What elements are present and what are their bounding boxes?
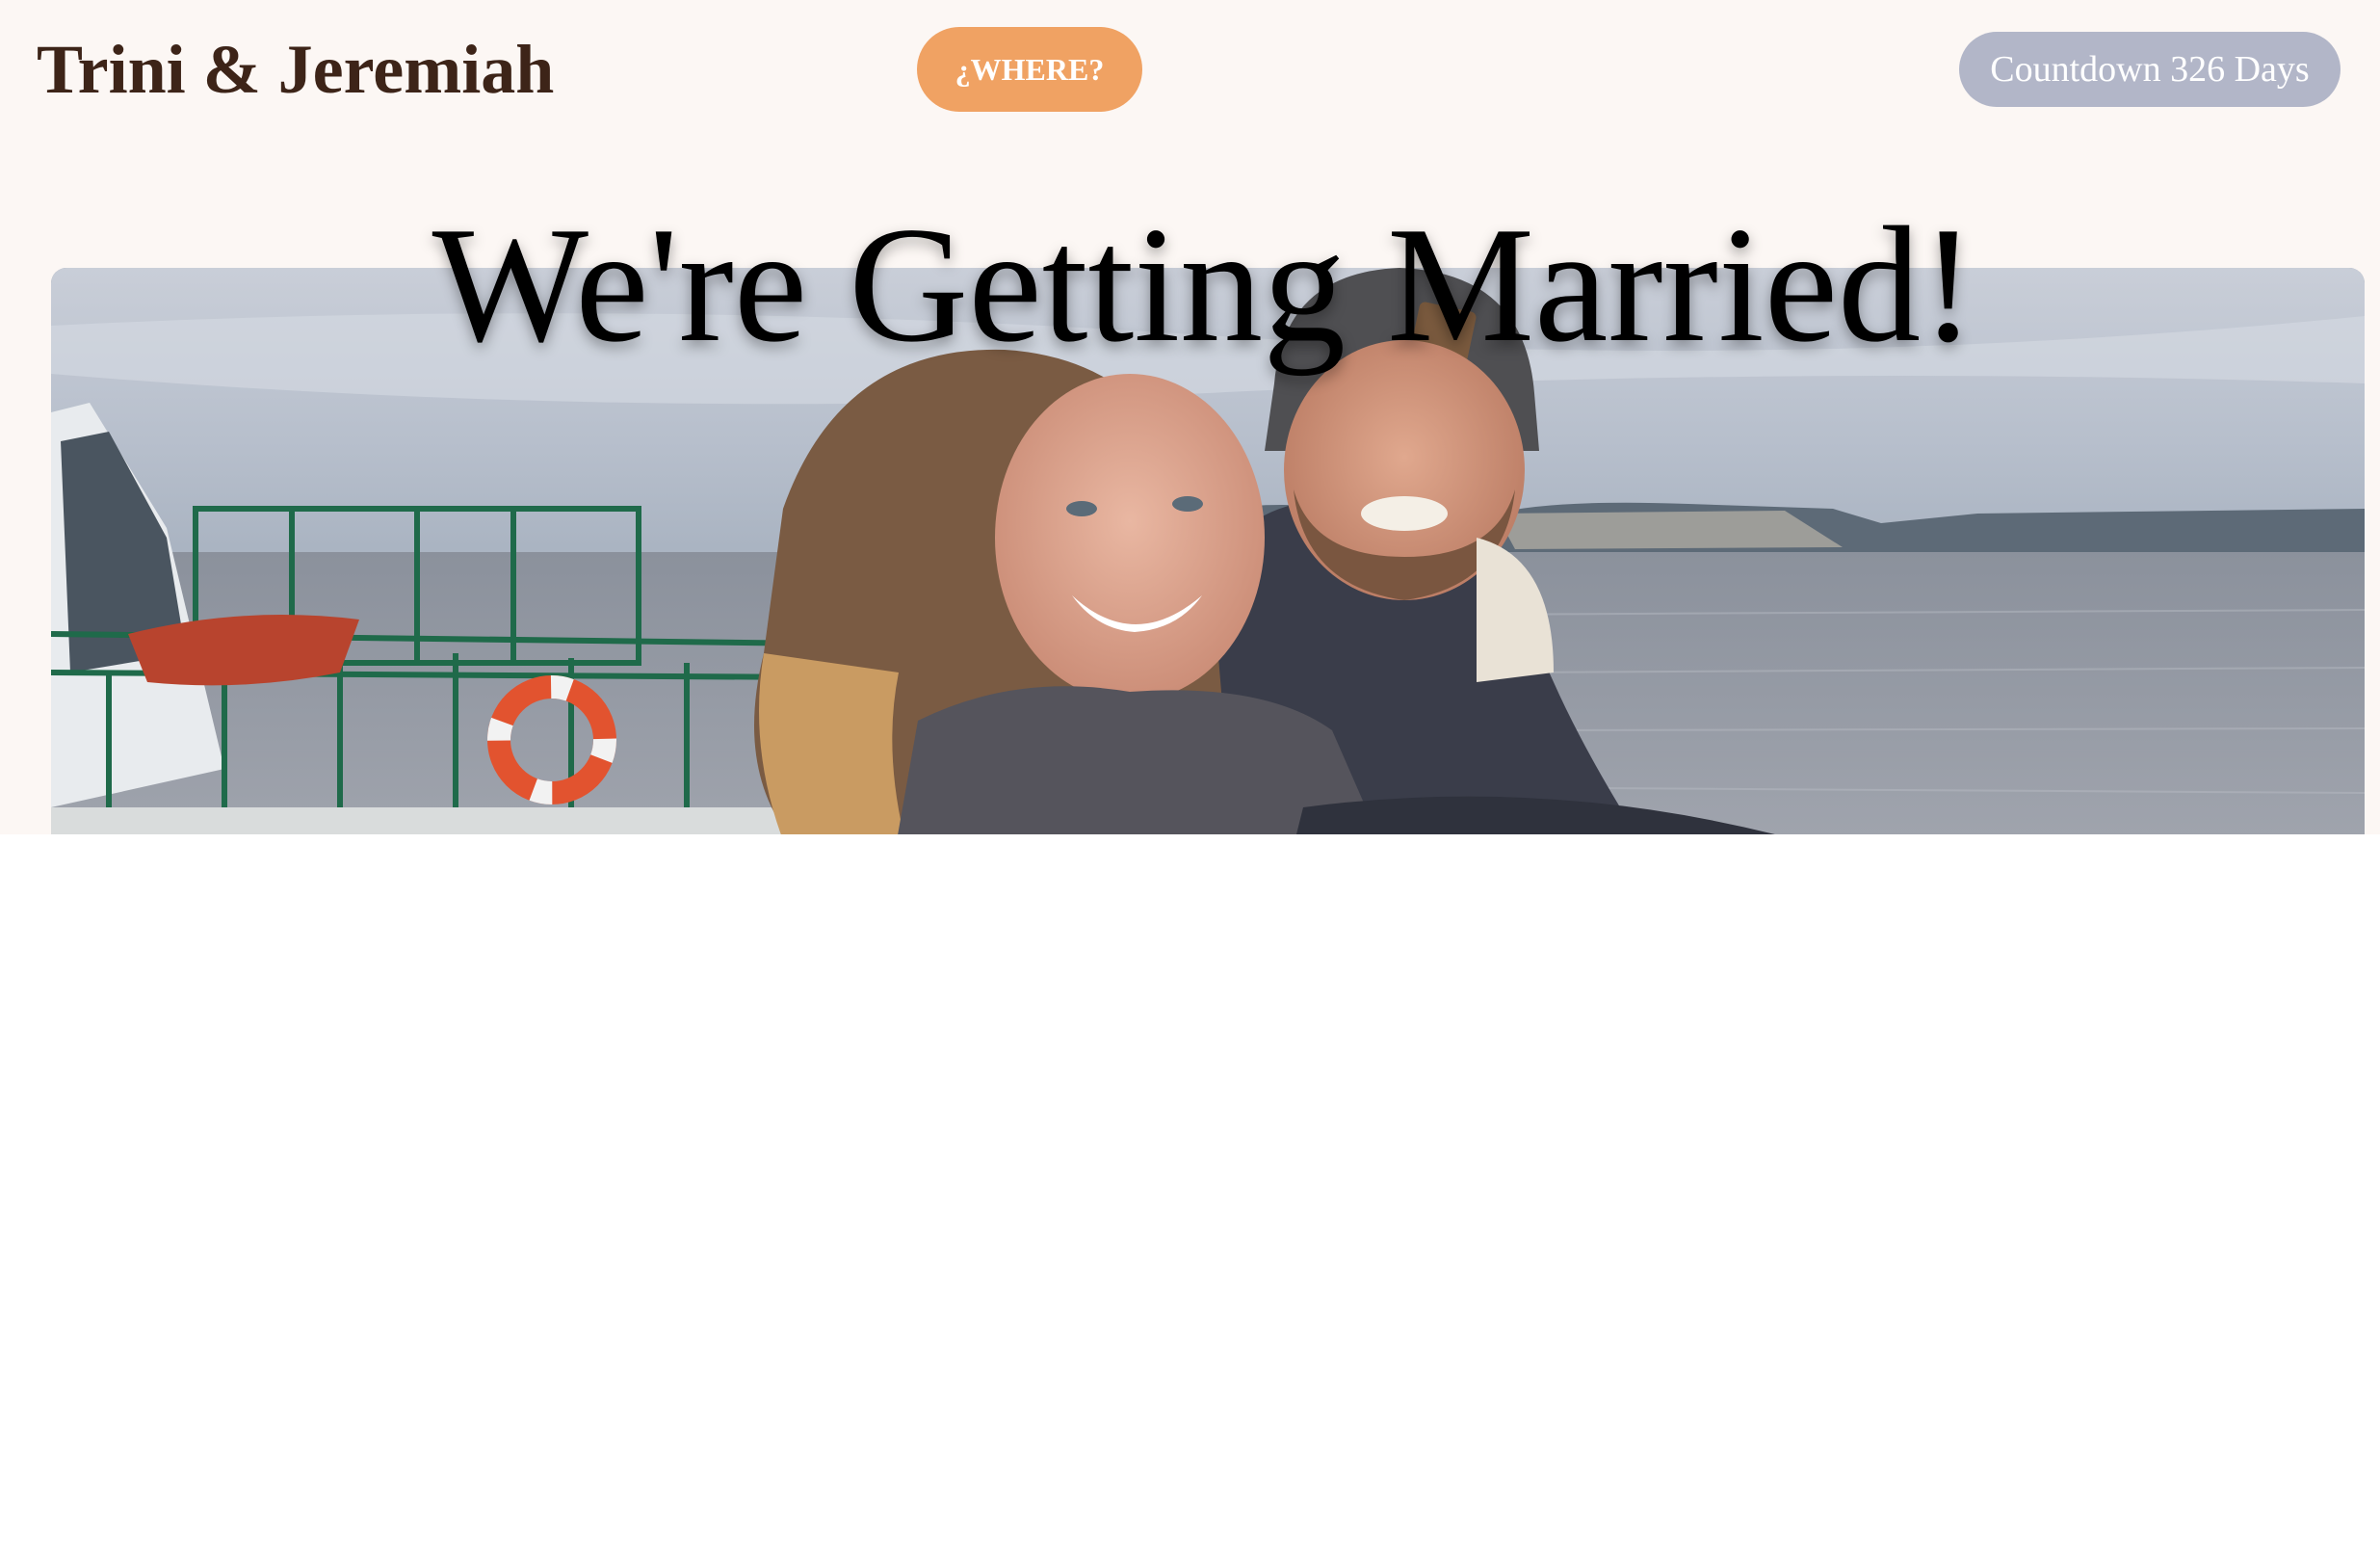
- wedding-page: Trini & Jeremiah ¿WHERE? Countdown 326 D…: [0, 0, 2380, 1556]
- where-button[interactable]: ¿WHERE?: [917, 27, 1142, 112]
- hero-heading: We're Getting Married!: [432, 194, 1976, 377]
- countdown-badge: Countdown 326 Days: [1959, 32, 2341, 107]
- header-hero-section: Trini & Jeremiah ¿WHERE? Countdown 326 D…: [0, 0, 2380, 834]
- site-title[interactable]: Trini & Jeremiah: [37, 21, 554, 118]
